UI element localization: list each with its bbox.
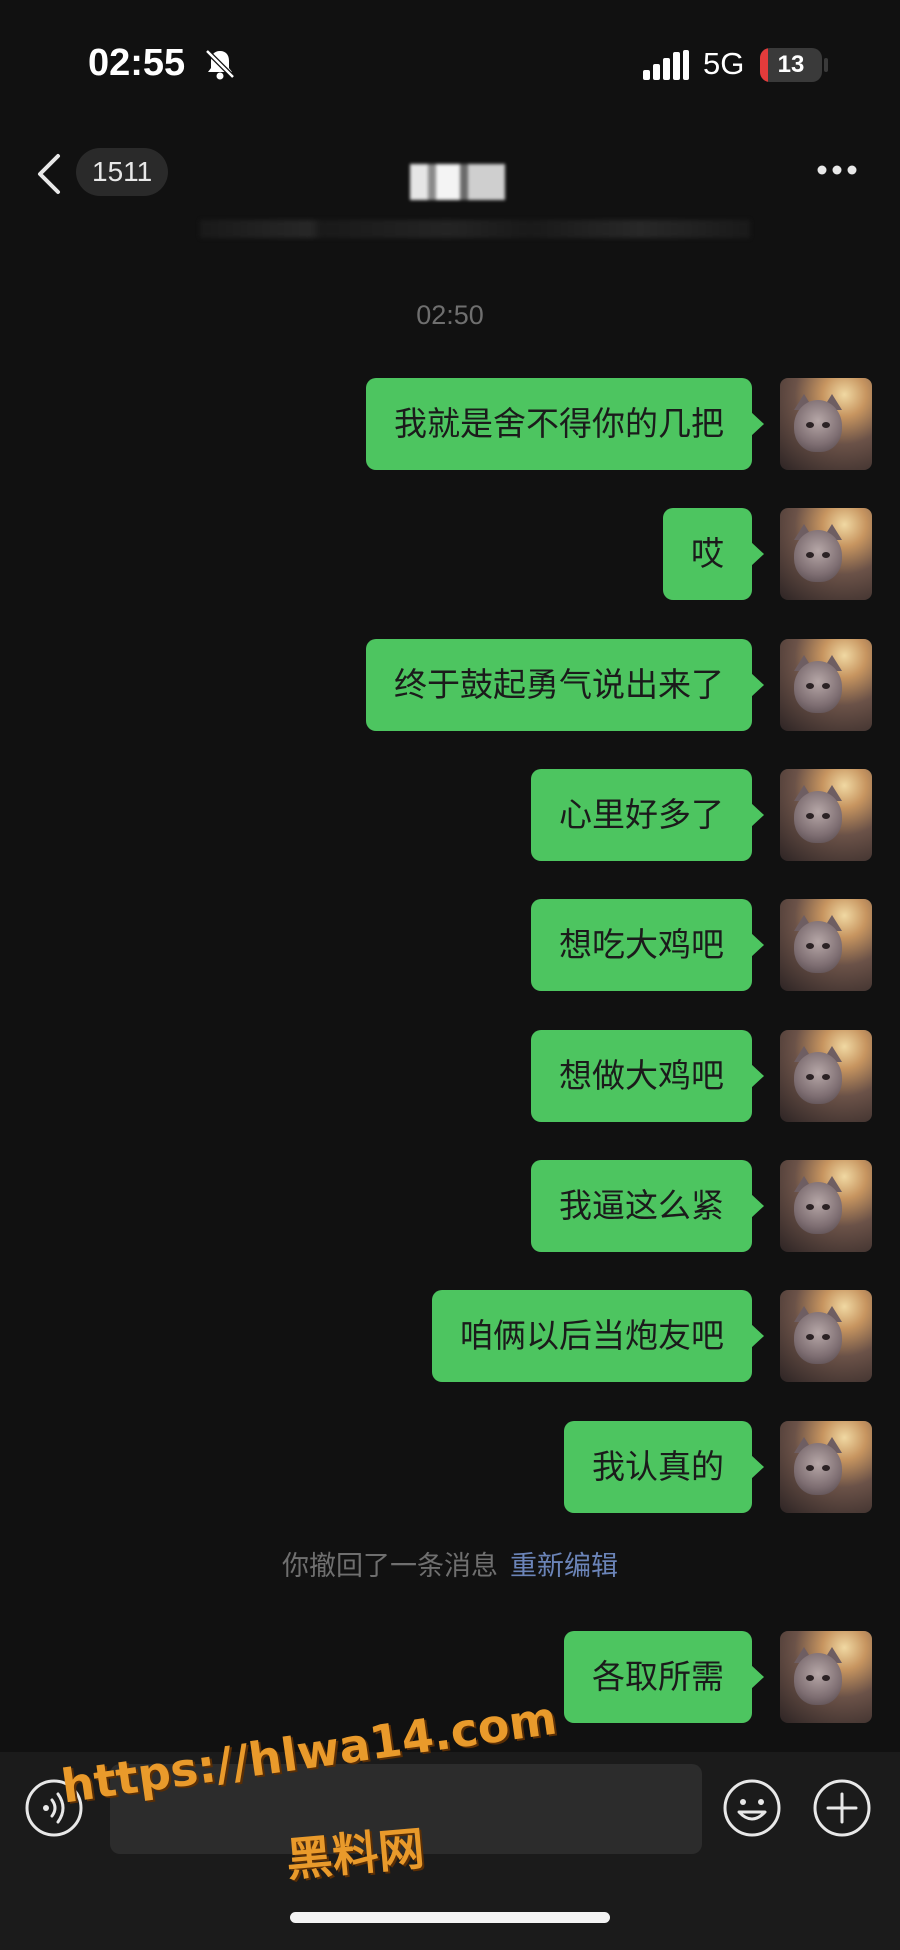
message-row: 想吃大鸡吧 — [0, 899, 900, 991]
message-row: 我就是舍不得你的几把 — [0, 378, 900, 470]
user-avatar[interactable] — [780, 639, 872, 731]
user-avatar[interactable] — [780, 1030, 872, 1122]
message-bubble[interactable]: 咱俩以后当炮友吧 — [432, 1290, 764, 1382]
user-avatar[interactable] — [780, 1290, 872, 1382]
user-avatar[interactable] — [780, 899, 872, 991]
battery-level: 13 — [777, 51, 805, 78]
battery-icon: 13 — [760, 48, 822, 82]
user-avatar[interactable] — [780, 1631, 872, 1723]
message-bubble[interactable]: 想做大鸡吧 — [531, 1030, 764, 1122]
message-bubble[interactable]: 心里好多了 — [531, 769, 764, 861]
message-bubble[interactable]: 我认真的 — [564, 1421, 764, 1513]
pinned-bar-blurred — [200, 220, 750, 238]
message-bubble[interactable]: 终于鼓起勇气说出来了 — [366, 639, 764, 731]
message-bubble[interactable]: 我逼这么紧 — [531, 1160, 764, 1252]
message-bubble[interactable]: 各取所需 — [564, 1631, 764, 1723]
user-avatar[interactable] — [780, 1421, 872, 1513]
user-avatar[interactable] — [780, 508, 872, 600]
emoji-icon[interactable] — [722, 1778, 782, 1838]
message-timestamp: 02:50 — [416, 300, 484, 330]
signal-strength-icon — [643, 50, 689, 80]
recall-notice: 你撤回了一条消息 重新编辑 — [0, 1544, 900, 1583]
bell-muted-icon — [205, 49, 235, 80]
message-row: 我认真的 — [0, 1421, 900, 1513]
user-avatar[interactable] — [780, 769, 872, 861]
message-bubble[interactable]: 我就是舍不得你的几把 — [366, 378, 764, 470]
home-indicator[interactable] — [290, 1912, 610, 1923]
back-chevron-icon[interactable] — [34, 152, 64, 196]
battery-tip — [824, 58, 828, 72]
message-row: 终于鼓起勇气说出来了 — [0, 639, 900, 731]
status-bar: 02:55 5G 13 — [0, 0, 900, 120]
chat-title-redacted — [410, 164, 505, 200]
chat-header: 1511 — [0, 120, 900, 238]
plus-icon[interactable] — [812, 1778, 872, 1838]
message-row: 心里好多了 — [0, 769, 900, 861]
more-options-icon[interactable] — [816, 164, 858, 176]
unread-count-badge[interactable]: 1511 — [76, 148, 169, 196]
user-avatar[interactable] — [780, 378, 872, 470]
message-bubble[interactable]: 哎 — [663, 508, 764, 600]
message-bubble[interactable]: 想吃大鸡吧 — [531, 899, 764, 991]
message-row: 咱俩以后当炮友吧 — [0, 1290, 900, 1382]
watermark-name: 黑料网 — [284, 1821, 427, 1887]
network-type: 5G — [703, 46, 745, 81]
message-row: 我逼这么紧 — [0, 1160, 900, 1252]
recall-notice-text: 你撤回了一条消息 — [282, 1551, 498, 1582]
re-edit-link[interactable]: 重新编辑 — [510, 1551, 618, 1582]
user-avatar[interactable] — [780, 1160, 872, 1252]
message-row: 想做大鸡吧 — [0, 1030, 900, 1122]
status-time: 02:55 — [88, 42, 186, 84]
message-row: 哎 — [0, 508, 900, 600]
